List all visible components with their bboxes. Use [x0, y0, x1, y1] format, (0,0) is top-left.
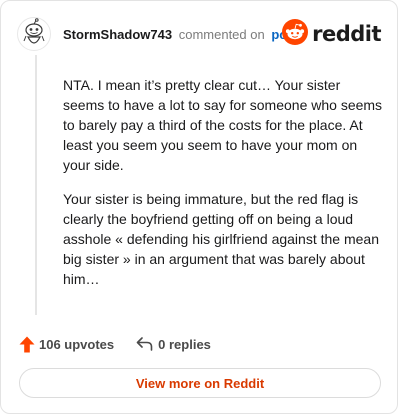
comment-paragraph: Your sister is being immature, but the r… [63, 191, 379, 287]
comment-header: StormShadow743 commented on post reddit [17, 17, 381, 51]
comment-embed-card: StormShadow743 commented on post reddit [0, 0, 398, 414]
comment-paragraph: NTA. I mean it’s pretty clear cut… Your … [63, 77, 383, 173]
comment-meta: 106 upvotes 0 replies [19, 335, 211, 353]
commented-on-text: commented on [178, 27, 265, 42]
reply-arrow-icon [136, 337, 158, 351]
username-link[interactable]: StormShadow743 [63, 27, 172, 42]
reddit-wordmark: reddit [312, 22, 381, 46]
replies-count[interactable]: 0 replies [136, 337, 211, 352]
view-more-button[interactable]: View more on Reddit [19, 368, 381, 398]
upvote-arrow-icon [19, 336, 39, 353]
comment-body: NTA. I mean it’s pretty clear cut… Your … [63, 75, 383, 303]
byline: StormShadow743 commented on post [63, 27, 299, 43]
upvotes-count[interactable]: 106 upvotes [19, 336, 114, 353]
reddit-logo-icon [282, 18, 309, 50]
reddit-brand[interactable]: reddit [282, 18, 381, 50]
upvotes-label: 106 upvotes [39, 336, 115, 352]
snoo-avatar-icon[interactable] [17, 17, 51, 51]
replies-label: 0 replies [158, 336, 211, 352]
thread-line [35, 55, 37, 315]
